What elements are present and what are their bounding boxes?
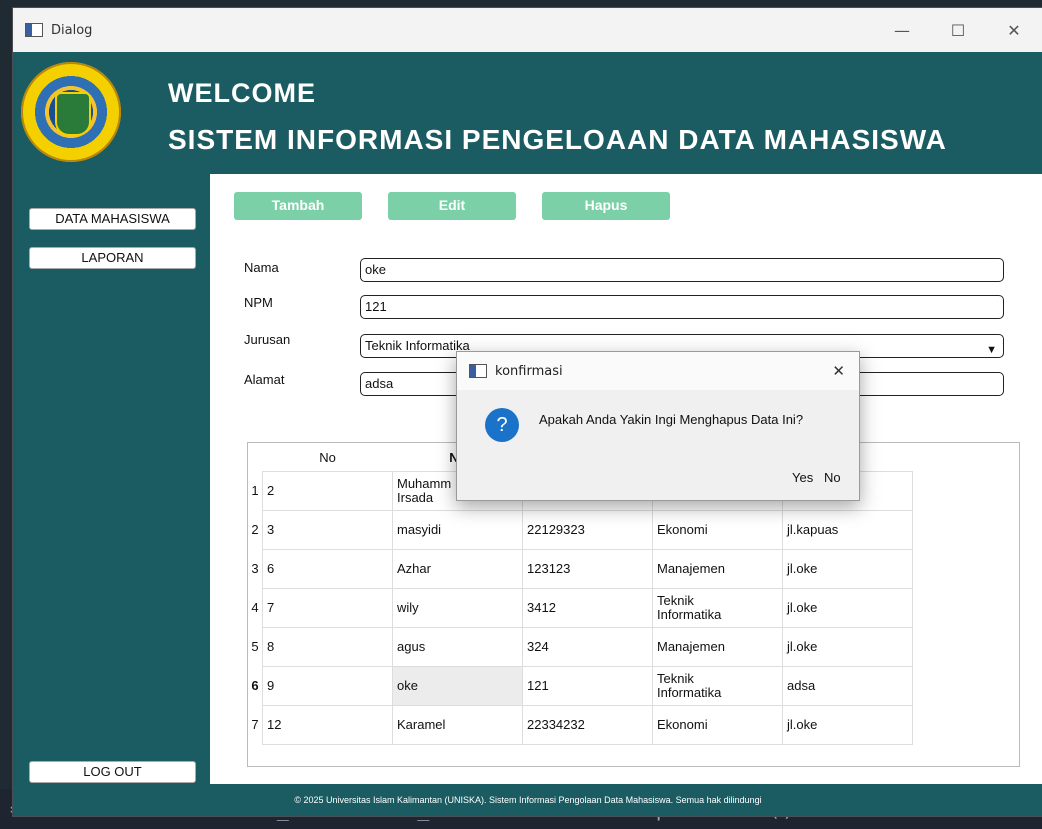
- cell-npm[interactable]: 324: [522, 627, 653, 667]
- hapus-button[interactable]: Hapus: [542, 192, 670, 220]
- window-icon: [469, 364, 487, 378]
- confirm-message: Apakah Anda Yakin Ingi Menghapus Data In…: [539, 412, 804, 427]
- jurusan-selected-value: Teknik Informatika: [365, 338, 470, 353]
- cell-nama[interactable]: agus: [392, 627, 523, 667]
- question-icon: ?: [485, 408, 519, 442]
- confirm-close-button[interactable]: ✕: [832, 362, 845, 380]
- cell-npm[interactable]: 123123: [522, 549, 653, 589]
- logo-shield-icon: [55, 92, 91, 136]
- column-header-no[interactable]: No: [263, 443, 393, 472]
- confirm-titlebar: konfirmasi ✕: [457, 352, 859, 390]
- row-index[interactable]: 7: [248, 706, 263, 745]
- cell-no[interactable]: 9: [262, 666, 393, 706]
- confirm-title: konfirmasi: [495, 363, 563, 379]
- table-row[interactable]: 2 3 masyidi 22129323 Ekonomi jl.kapuas: [248, 510, 913, 550]
- no-button[interactable]: No: [824, 470, 841, 485]
- system-title: SISTEM INFORMASI PENGELOAAN DATA MAHASIS…: [168, 124, 947, 155]
- cell-no[interactable]: 12: [262, 705, 393, 745]
- cell-npm[interactable]: 3412: [522, 588, 653, 628]
- row-index[interactable]: 5: [248, 628, 263, 667]
- alamat-label: Alamat: [244, 372, 285, 387]
- table-row[interactable]: 3 6 Azhar 123123 Manajemen jl.oke: [248, 549, 913, 589]
- cell-jurusan[interactable]: Ekonomi: [652, 510, 783, 550]
- yes-button[interactable]: Yes: [792, 470, 813, 485]
- cell-jurusan[interactable]: Manajemen: [652, 627, 783, 667]
- cell-jurusan[interactable]: Teknik Informatika: [652, 588, 783, 628]
- cell-nama[interactable]: wily: [392, 588, 523, 628]
- cell-jurusan[interactable]: Teknik Informatika: [652, 666, 783, 706]
- logout-button[interactable]: LOG OUT: [29, 761, 196, 783]
- cell-alamat[interactable]: jl.oke: [782, 549, 913, 589]
- minimize-button[interactable]: —: [879, 8, 925, 52]
- cell-jurusan[interactable]: Ekonomi: [652, 705, 783, 745]
- table-row[interactable]: 7 12 Karamel 22334232 Ekonomi jl.oke: [248, 705, 913, 745]
- npm-label: NPM: [244, 295, 273, 310]
- header-banner: WELCOME SISTEM INFORMASI PENGELOAAN DATA…: [13, 52, 1042, 174]
- row-index[interactable]: 4: [248, 589, 263, 628]
- cell-alamat[interactable]: jl.kapuas: [782, 510, 913, 550]
- titlebar: Dialog — ☐ ✕: [13, 8, 1042, 52]
- cell-no[interactable]: 2: [262, 471, 393, 511]
- cell-no[interactable]: 8: [262, 627, 393, 667]
- cell-npm[interactable]: 22129323: [522, 510, 653, 550]
- table-row[interactable]: 5 8 agus 324 Manajemen jl.oke: [248, 627, 913, 667]
- table-corner: [248, 443, 263, 472]
- cell-no[interactable]: 3: [262, 510, 393, 550]
- maximize-button[interactable]: ☐: [935, 8, 981, 52]
- table-row[interactable]: 6 9 oke 121 Teknik Informatika adsa: [248, 666, 913, 706]
- sidebar-data-mahasiswa-button[interactable]: DATA MAHASISWA: [29, 208, 196, 230]
- cell-no[interactable]: 6: [262, 549, 393, 589]
- nama-label: Nama: [244, 260, 279, 275]
- cell-alamat[interactable]: adsa: [782, 666, 913, 706]
- footer-copyright: © 2025 Universitas Islam Kalimantan (UNI…: [13, 784, 1042, 816]
- edit-button[interactable]: Edit: [388, 192, 516, 220]
- window-title: Dialog: [51, 22, 93, 38]
- table-row[interactable]: 4 7 wily 3412 Teknik Informatika jl.oke: [248, 588, 913, 628]
- cell-nama[interactable]: Azhar: [392, 549, 523, 589]
- nama-input[interactable]: oke: [360, 258, 1004, 282]
- row-index[interactable]: 3: [248, 550, 263, 589]
- jurusan-label: Jurusan: [244, 332, 291, 347]
- cell-jurusan[interactable]: Manajemen: [652, 549, 783, 589]
- cell-nama[interactable]: masyidi: [392, 510, 523, 550]
- cell-no[interactable]: 7: [262, 588, 393, 628]
- close-button[interactable]: ✕: [991, 8, 1037, 52]
- welcome-title: WELCOME: [168, 78, 316, 108]
- cell-npm[interactable]: 121: [522, 666, 653, 706]
- npm-input[interactable]: 121: [360, 295, 1004, 319]
- row-index[interactable]: 6: [248, 667, 263, 706]
- sidebar-laporan-button[interactable]: LAPORAN: [29, 247, 196, 269]
- confirm-dialog: konfirmasi ✕ ? Apakah Anda Yakin Ingi Me…: [456, 351, 860, 501]
- row-index[interactable]: 1: [248, 472, 263, 511]
- cell-alamat[interactable]: jl.oke: [782, 588, 913, 628]
- tambah-button[interactable]: Tambah: [234, 192, 362, 220]
- cell-nama[interactable]: oke: [392, 666, 523, 706]
- uniska-logo: [21, 62, 121, 162]
- cell-nama[interactable]: Karamel: [392, 705, 523, 745]
- row-index[interactable]: 2: [248, 511, 263, 550]
- window-icon: [25, 23, 43, 37]
- cell-alamat[interactable]: jl.oke: [782, 705, 913, 745]
- cell-alamat[interactable]: jl.oke: [782, 627, 913, 667]
- chevron-down-icon[interactable]: ▼: [986, 339, 997, 361]
- cell-npm[interactable]: 22334232: [522, 705, 653, 745]
